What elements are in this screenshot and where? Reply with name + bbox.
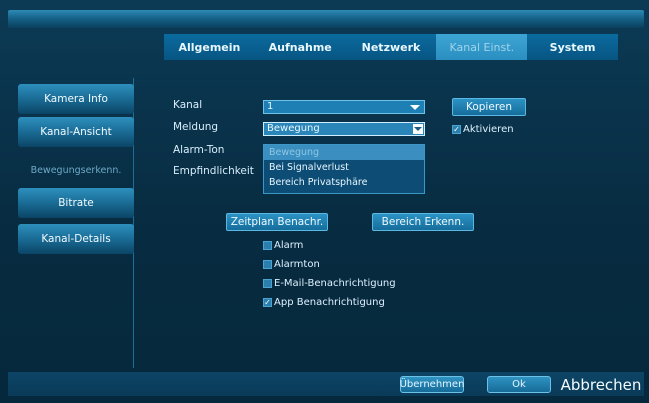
zeitplan-benachrichtigung-button[interactable]: Zeitplan Benachr.: [226, 213, 328, 231]
bereich-erkennung-button[interactable]: Bereich Erkenn.: [372, 213, 474, 231]
meldung-value: Bewegung: [267, 123, 320, 134]
checkbox-icon: [263, 260, 272, 269]
kanal-select[interactable]: 1: [263, 100, 425, 114]
sidebar-item-kamera-info[interactable]: Kamera Info: [18, 84, 134, 114]
title-bar: [8, 10, 644, 28]
checkbox-icon: [263, 241, 272, 250]
empfindlichkeit-label: Empfindlichkeit: [173, 165, 254, 177]
aktivieren-checkbox[interactable]: ✓ Aktivieren: [452, 124, 514, 135]
sidebar-item-bewegungserkennung[interactable]: Bewegungserkenn.: [18, 155, 134, 185]
alarm-ton-label: Alarm-Ton: [173, 144, 225, 156]
alarm-checkbox[interactable]: Alarm: [263, 240, 303, 251]
checkbox-icon: [263, 279, 272, 288]
tab-allgemein[interactable]: Allgemein: [164, 34, 255, 60]
tab-aufnahme[interactable]: Aufnahme: [255, 34, 346, 60]
dropdown-option[interactable]: Bewegung: [264, 145, 424, 160]
kopieren-button[interactable]: Kopieren: [452, 98, 526, 116]
alarmton-checkbox[interactable]: Alarmton: [263, 259, 320, 270]
sidebar-item-kanal-details[interactable]: Kanal-Details: [18, 224, 134, 254]
check-icon: ✓: [263, 298, 272, 307]
meldung-label: Meldung: [173, 121, 219, 133]
tab-system[interactable]: System: [527, 34, 618, 60]
email-checkbox-label: E-Mail-Benachrichtigung: [274, 278, 396, 289]
chevron-down-icon: [410, 105, 420, 110]
check-icon: ✓: [452, 125, 461, 134]
sidebar-item-kanal-ansicht[interactable]: Kanal-Ansicht: [18, 117, 134, 147]
dropdown-option[interactable]: Bereich Privatsphäre: [264, 175, 424, 190]
app-checkbox[interactable]: ✓ App Benachrichtigung: [263, 297, 385, 308]
ok-button[interactable]: Ok: [487, 376, 551, 393]
email-checkbox[interactable]: E-Mail-Benachrichtigung: [263, 278, 396, 289]
sidebar: Kamera Info Kanal-Ansicht Bewegungserken…: [14, 78, 134, 368]
aktivieren-label: Aktivieren: [463, 124, 514, 135]
meldung-dropdown-list: Bewegung Bei Signalverlust Bereich Priva…: [263, 144, 425, 194]
meldung-select[interactable]: Bewegung: [263, 122, 425, 136]
app-checkbox-label: App Benachrichtigung: [274, 297, 385, 308]
sidebar-item-bitrate[interactable]: Bitrate: [18, 188, 134, 218]
tab-kanal-einst[interactable]: Kanal Einst.: [436, 34, 528, 60]
tab-bar: Allgemein Aufnahme Netzwerk Kanal Einst.…: [164, 34, 618, 60]
apply-button[interactable]: Übernehmen: [400, 376, 464, 393]
kanal-value: 1: [267, 101, 274, 112]
cancel-button[interactable]: Abbrechen: [560, 376, 642, 394]
alarmton-checkbox-label: Alarmton: [274, 259, 320, 270]
tab-netzwerk[interactable]: Netzwerk: [346, 34, 437, 60]
alarm-checkbox-label: Alarm: [274, 240, 304, 251]
dropdown-option[interactable]: Bei Signalverlust: [264, 160, 424, 175]
kanal-label: Kanal: [173, 99, 203, 111]
chevron-down-icon: [413, 124, 423, 134]
